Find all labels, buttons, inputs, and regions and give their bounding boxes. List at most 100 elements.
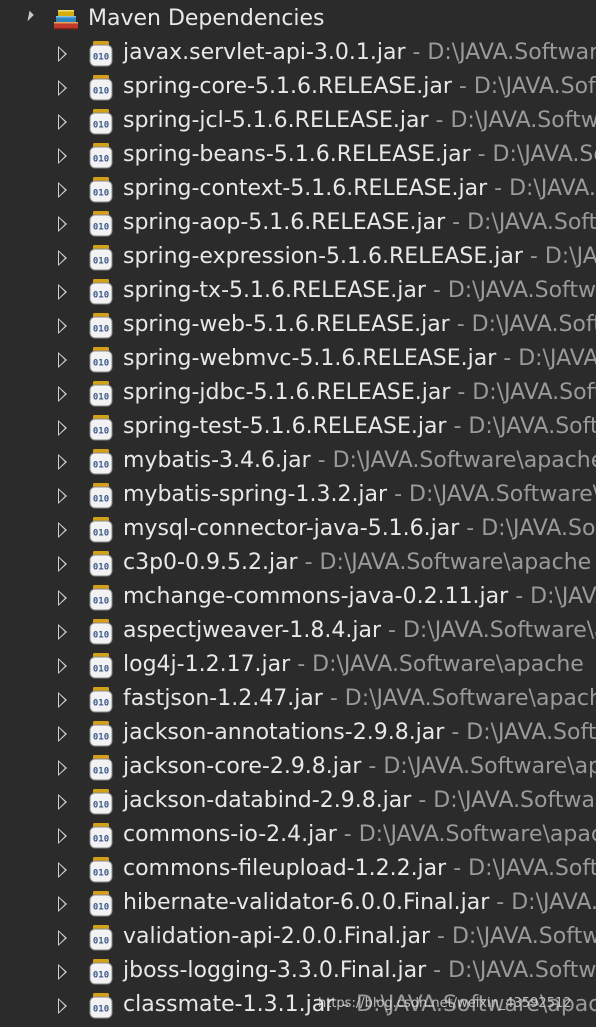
- expand-arrow-icon[interactable]: [58, 590, 67, 606]
- expand-arrow-icon[interactable]: [58, 318, 67, 334]
- tree-item-jar[interactable]: 010 jackson-databind-2.9.8.jar - D:\JAVA.…: [0, 784, 596, 818]
- tree-item-jar[interactable]: 010 spring-core-5.1.6.RELEASE.jar - D:\JA…: [0, 70, 596, 104]
- tree-item-jar[interactable]: 010 spring-expression-5.1.6.RELEASE.jar -…: [0, 240, 596, 274]
- jar-icon: 010: [89, 381, 113, 407]
- jar-icon: 010: [89, 551, 113, 577]
- jar-icon: 010: [89, 483, 113, 509]
- expand-arrow-icon[interactable]: [58, 896, 67, 912]
- tree-item-jar[interactable]: 010 spring-aop-5.1.6.RELEASE.jar - D:\JAV…: [0, 206, 596, 240]
- jar-icon-text: 010: [93, 733, 109, 743]
- expand-arrow-icon[interactable]: [58, 46, 67, 62]
- expand-arrow-icon[interactable]: [58, 182, 67, 198]
- tree-item-jar[interactable]: 010 fastjson-1.2.47.jar - D:\JAVA.Softwar…: [0, 682, 596, 716]
- expand-arrow-icon[interactable]: [58, 352, 67, 368]
- tree-item-jar[interactable]: 010 hibernate-validator-6.0.0.Final.jar -…: [0, 886, 596, 920]
- expand-arrow-icon[interactable]: [58, 80, 67, 96]
- jar-file-name: log4j-1.2.17.jar: [123, 652, 291, 677]
- expand-arrow-icon[interactable]: [58, 216, 67, 232]
- expand-arrow-icon[interactable]: [58, 964, 67, 980]
- jar-label: fastjson-1.2.47.jar - D:\JAVA.Software\a…: [123, 682, 596, 716]
- tree-item-jar[interactable]: 010 spring-jcl-5.1.6.RELEASE.jar - D:\JAV…: [0, 104, 596, 138]
- jar-icon-text: 010: [93, 359, 109, 369]
- expand-arrow-icon[interactable]: [58, 284, 67, 300]
- jar-file-name: spring-jdbc-5.1.6.RELEASE.jar: [123, 380, 451, 405]
- expand-arrow-icon[interactable]: [58, 794, 67, 810]
- jar-icon: 010: [89, 619, 113, 645]
- jar-icon: 010: [89, 143, 113, 169]
- jar-file-name: spring-web-5.1.6.RELEASE.jar: [123, 312, 450, 337]
- jar-label: commons-fileupload-1.2.2.jar - D:\JAVA.S…: [123, 852, 596, 886]
- jar-icon-text: 010: [93, 257, 109, 267]
- expand-arrow-icon[interactable]: [58, 420, 67, 436]
- expand-arrow-icon[interactable]: [58, 658, 67, 674]
- tree-item-jar[interactable]: 010 jboss-logging-3.3.0.Final.jar - D:\JA…: [0, 954, 596, 988]
- jar-icon-text: 010: [93, 835, 109, 845]
- expand-arrow-icon[interactable]: [58, 522, 67, 538]
- jar-file-path: - D:\JAVA.Software\apache: [297, 550, 592, 575]
- jar-file-name: spring-jcl-5.1.6.RELEASE.jar: [123, 108, 429, 133]
- jar-icon: 010: [89, 347, 113, 373]
- tree-item-jar[interactable]: 010 mybatis-spring-1.3.2.jar - D:\JAVA.So…: [0, 478, 596, 512]
- tree-item-jar[interactable]: 010 commons-fileupload-1.2.2.jar - D:\JAV…: [0, 852, 596, 886]
- expand-arrow-icon[interactable]: [58, 624, 67, 640]
- expand-arrow-icon[interactable]: [58, 760, 67, 776]
- expand-arrow-icon[interactable]: [58, 454, 67, 470]
- jar-file-name: commons-io-2.4.jar: [123, 822, 337, 847]
- expand-arrow-icon[interactable]: [58, 726, 67, 742]
- tree-item-jar[interactable]: 010 jackson-core-2.9.8.jar - D:\JAVA.Soft…: [0, 750, 596, 784]
- expand-arrow-icon[interactable]: [58, 488, 67, 504]
- tree-item-jar[interactable]: 010 spring-context-5.1.6.RELEASE.jar - D:…: [0, 172, 596, 206]
- jar-file-name: mchange-commons-java-0.2.11.jar: [123, 584, 509, 609]
- jar-file-name: mysql-connector-java-5.1.6.jar: [123, 516, 460, 541]
- expand-arrow-icon[interactable]: [58, 930, 67, 946]
- tree-item-jar[interactable]: 010 mchange-commons-java-0.2.11.jar - D:\…: [0, 580, 596, 614]
- jar-icon-text: 010: [93, 53, 109, 63]
- jar-file-name: mybatis-spring-1.3.2.jar: [123, 482, 388, 507]
- tree-item-jar[interactable]: 010 spring-jdbc-5.1.6.RELEASE.jar - D:\JA…: [0, 376, 596, 410]
- tree-item-jar[interactable]: 010 spring-webmvc-5.1.6.RELEASE.jar - D:\…: [0, 342, 596, 376]
- expand-arrow-icon[interactable]: [58, 250, 67, 266]
- jar-file-name: spring-test-5.1.6.RELEASE.jar: [123, 414, 447, 439]
- jar-file-name: aspectjweaver-1.8.4.jar: [123, 618, 382, 643]
- tree-item-jar[interactable]: 010 mybatis-3.4.6.jar - D:\JAVA.Software\…: [0, 444, 596, 478]
- tree-item-jar[interactable]: 010 spring-beans-5.1.6.RELEASE.jar - D:\J…: [0, 138, 596, 172]
- tree-item-jar[interactable]: 010 spring-tx-5.1.6.RELEASE.jar - D:\JAVA…: [0, 274, 596, 308]
- expand-arrow-icon[interactable]: [58, 692, 67, 708]
- jar-icon: 010: [89, 755, 113, 781]
- tree-item-jar[interactable]: 010 mysql-connector-java-5.1.6.jar - D:\J…: [0, 512, 596, 546]
- tree-item-jar[interactable]: 010 commons-io-2.4.jar - D:\JAVA.Software…: [0, 818, 596, 852]
- expand-arrow-icon[interactable]: [58, 828, 67, 844]
- jar-icon: 010: [89, 823, 113, 849]
- tree-item-jar[interactable]: 010 aspectjweaver-1.8.4.jar - D:\JAVA.Sof…: [0, 614, 596, 648]
- jar-icon-text: 010: [93, 563, 109, 573]
- tree-item-jar[interactable]: 010 jackson-annotations-2.9.8.jar - D:\JA…: [0, 716, 596, 750]
- jar-label: jboss-logging-3.3.0.Final.jar - D:\JAVA.…: [123, 954, 596, 988]
- jar-icon-text: 010: [93, 155, 109, 165]
- collapse-arrow-icon[interactable]: [23, 10, 34, 22]
- tree-item-jar[interactable]: 010 spring-web-5.1.6.RELEASE.jar - D:\JAV…: [0, 308, 596, 342]
- expand-arrow-icon[interactable]: [58, 148, 67, 164]
- jar-file-name: jackson-annotations-2.9.8.jar: [123, 720, 445, 745]
- jar-icon-text: 010: [93, 325, 109, 335]
- maven-dependencies-tree: Maven Dependencies 010 javax.servlet-api-…: [0, 0, 596, 1027]
- expand-arrow-icon[interactable]: [58, 998, 67, 1014]
- jar-file-path: - D:\JAVA.Software\apache: [453, 856, 596, 881]
- jar-icon-text: 010: [93, 427, 109, 437]
- jar-file-path: - D:\JAVA.Software\apache: [435, 108, 596, 133]
- expand-arrow-icon[interactable]: [58, 114, 67, 130]
- tree-root-maven-dependencies[interactable]: Maven Dependencies: [0, 2, 596, 36]
- jar-file-path: - D:\JAVA.Software\apache: [437, 924, 596, 949]
- expand-arrow-icon[interactable]: [58, 386, 67, 402]
- expand-arrow-icon[interactable]: [58, 556, 67, 572]
- jar-icon-text: 010: [93, 665, 109, 675]
- tree-item-jar[interactable]: 010 log4j-1.2.17.jar - D:\JAVA.Software\a…: [0, 648, 596, 682]
- jar-file-path: - D:\JAVA.Software\apache: [453, 414, 596, 439]
- tree-item-jar[interactable]: 010 c3p0-0.9.5.2.jar - D:\JAVA.Software\a…: [0, 546, 596, 580]
- jar-file-path: - D:\JAVA.Software\apache: [412, 40, 596, 65]
- jar-icon: 010: [89, 653, 113, 679]
- tree-item-jar[interactable]: 010 validation-api-2.0.0.Final.jar - D:\J…: [0, 920, 596, 954]
- jar-icon: 010: [89, 721, 113, 747]
- expand-arrow-icon[interactable]: [58, 862, 67, 878]
- tree-item-jar[interactable]: 010 javax.servlet-api-3.0.1.jar - D:\JAVA…: [0, 36, 596, 70]
- tree-item-jar[interactable]: 010 spring-test-5.1.6.RELEASE.jar - D:\JA…: [0, 410, 596, 444]
